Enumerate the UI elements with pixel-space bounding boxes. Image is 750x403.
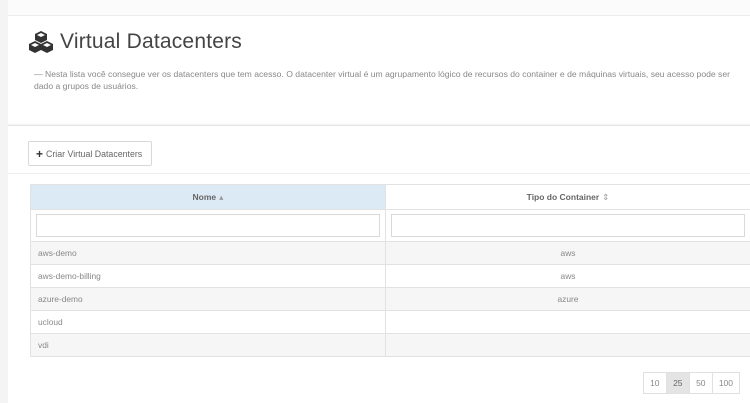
cell-tipo: aws <box>385 241 750 265</box>
column-label: Nome <box>192 191 217 202</box>
create-button-label: Criar Virtual Datacenters <box>46 148 143 159</box>
table-row[interactable]: ucloud <box>30 310 750 334</box>
datacenters-panel: + Criar Virtual Datacenters Nome ▴ Tipo d… <box>8 125 750 403</box>
cell-nome: aws-demo-billing <box>30 264 386 288</box>
cell-tipo: aws <box>385 264 750 288</box>
page-description: — Nesta lista você consegue ver os datac… <box>34 69 730 91</box>
filter-row <box>30 209 750 242</box>
plus-icon: + <box>36 146 44 161</box>
page-header: Virtual Datacenters — Nesta lista você c… <box>8 16 750 124</box>
page-size-25-button[interactable]: 25 <box>665 372 690 394</box>
table-row[interactable]: vdi <box>30 333 750 357</box>
cubes-icon <box>29 31 53 53</box>
page-title: Virtual Datacenters <box>60 30 243 53</box>
cell-tipo: azure <box>385 287 750 311</box>
column-label: Tipo do Container <box>526 191 600 202</box>
filter-cell <box>30 209 386 242</box>
table-header-row: Nome ▴ Tipo do Container ⇕ <box>30 184 750 210</box>
page-size-10-button[interactable]: 10 <box>642 372 667 394</box>
cell-nome: aws-demo <box>30 241 386 265</box>
table-row[interactable]: aws-demo aws <box>30 241 750 265</box>
page-size-selector: 10 25 50 100 <box>642 372 740 394</box>
page-size-50-button[interactable]: 50 <box>688 372 713 394</box>
filter-nome-input[interactable] <box>36 214 380 237</box>
page-size-100-button[interactable]: 100 <box>711 372 740 394</box>
top-bar <box>8 0 750 16</box>
create-virtual-datacenter-button[interactable]: + Criar Virtual Datacenters <box>28 141 153 166</box>
sort-asc-icon: ▴ <box>219 191 224 202</box>
toolbar-divider <box>8 173 750 174</box>
cell-nome: azure-demo <box>30 287 386 311</box>
table-row[interactable]: aws-demo-billing aws <box>30 264 750 288</box>
cell-tipo <box>385 310 750 334</box>
column-header-nome[interactable]: Nome ▴ <box>30 184 386 210</box>
datacenters-table: Nome ▴ Tipo do Container ⇕ aws-demo aws aw… <box>30 184 750 357</box>
column-header-tipo-container[interactable]: Tipo do Container ⇕ <box>385 184 750 210</box>
filter-tipo-input[interactable] <box>391 214 745 237</box>
filter-cell <box>385 209 750 242</box>
cell-tipo <box>385 333 750 357</box>
title-row: Virtual Datacenters <box>28 30 242 54</box>
cell-nome: vdi <box>30 333 386 357</box>
table-row[interactable]: azure-demo azure <box>30 287 750 311</box>
sort-icon: ⇕ <box>602 191 610 202</box>
cell-nome: ucloud <box>30 310 386 334</box>
